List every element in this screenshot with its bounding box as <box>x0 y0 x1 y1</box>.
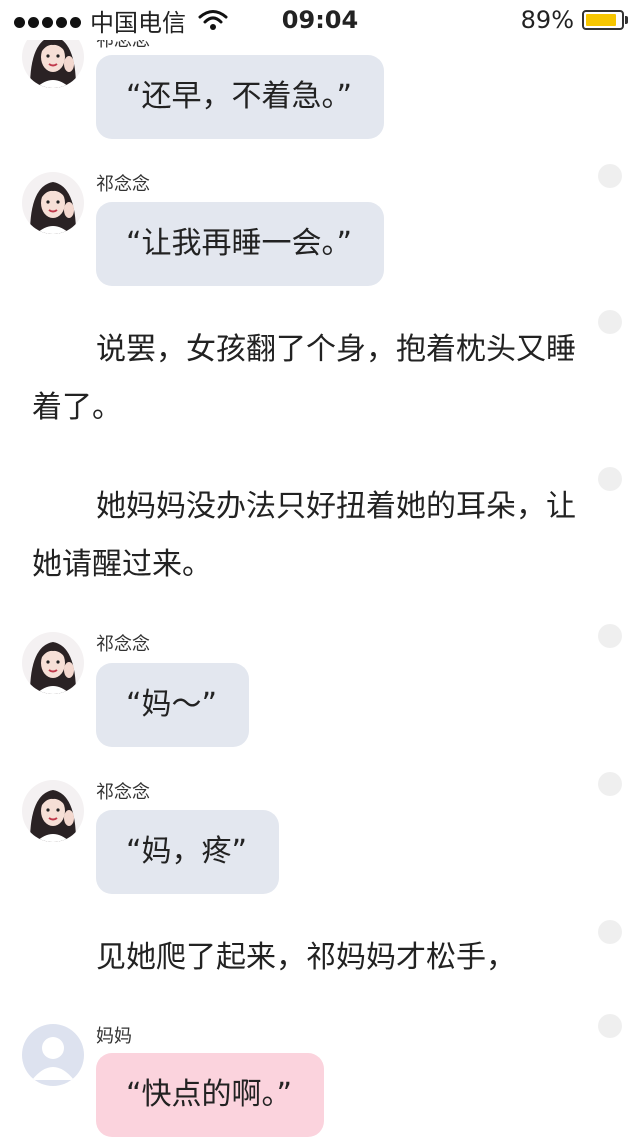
battery-percent: 89% <box>520 6 574 34</box>
avatar-girl[interactable] <box>22 632 84 694</box>
battery-icon <box>582 10 624 30</box>
battery-tip <box>625 16 628 24</box>
narration-paragraph: 说罢，女孩翻了个身，抱着枕头又睡着了。 <box>32 332 576 425</box>
status-right: 89% <box>521 6 628 34</box>
chat-bubble: “还早，不着急。” <box>96 55 385 139</box>
sender-name: 祁念念 <box>96 634 150 655</box>
avatar-girl[interactable] <box>22 780 84 842</box>
narration-paragraph: 见她爬了起来，祁妈妈才松手， <box>96 940 516 975</box>
default-avatar-icon <box>22 1024 84 1086</box>
girl-portrait-icon <box>22 780 84 842</box>
chat-bubble-mom: “快点的啊。” <box>96 1053 325 1137</box>
chat-bubble: “妈，疼” <box>96 810 280 894</box>
girl-portrait-icon <box>22 172 84 234</box>
avatar-default[interactable] <box>22 1024 84 1086</box>
chat-bubble: “妈～” <box>96 663 250 747</box>
side-dot <box>598 772 622 796</box>
narration-paragraph: 她妈妈没办法只好扭着她的耳朵，让她请醒过来。 <box>32 489 576 582</box>
side-dot <box>598 310 622 334</box>
side-dot <box>598 920 622 944</box>
girl-portrait-icon <box>22 632 84 694</box>
side-dot <box>598 467 622 491</box>
avatar-girl[interactable] <box>22 172 84 234</box>
sender-name: 祁念念 <box>96 174 150 195</box>
sender-name: 妈妈 <box>96 1026 132 1047</box>
side-dot <box>598 1014 622 1038</box>
side-dot <box>598 624 622 648</box>
side-dot <box>598 164 622 188</box>
chat-bubble: “让我再睡一会。” <box>96 202 385 286</box>
status-bar: 中国电信 09:04 89% <box>0 0 640 40</box>
sender-name: 祁念念 <box>96 782 150 803</box>
